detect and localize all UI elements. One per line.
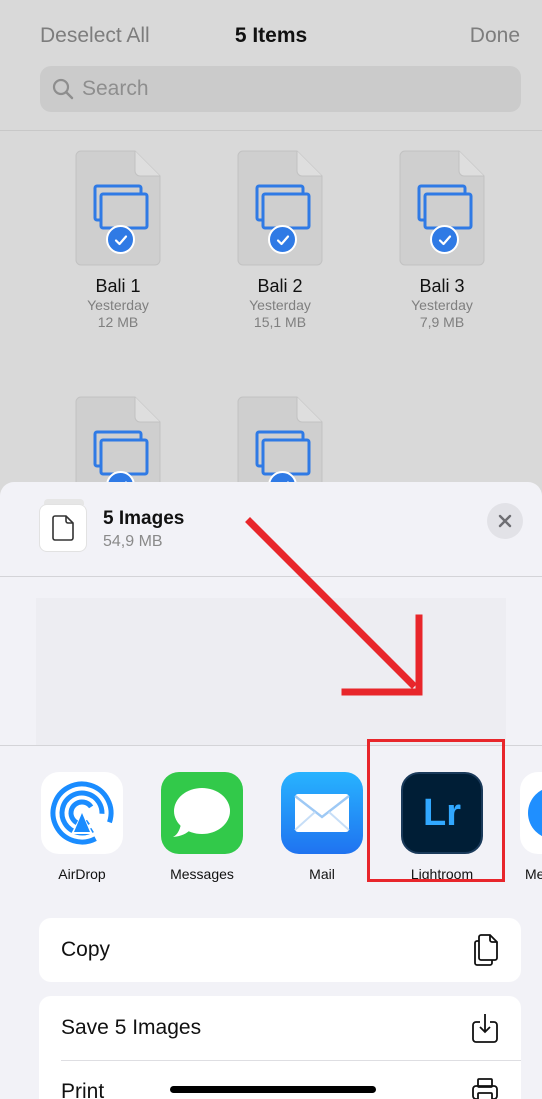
selected-check-icon	[430, 225, 459, 254]
save-to-photos-icon	[472, 1014, 498, 1043]
suggestions-row	[36, 598, 506, 746]
action-label: Save 5 Images	[61, 1016, 202, 1039]
partial-app-icon	[520, 772, 542, 854]
document-icon	[399, 150, 485, 266]
app-label: Messages	[170, 866, 234, 882]
app-label: Me	[525, 866, 542, 882]
file-item-bali-1[interactable]: Bali 1 Yesterday 12 MB	[48, 150, 188, 331]
divider	[0, 576, 542, 577]
messages-icon	[161, 772, 243, 854]
file-size: 7,9 MB	[419, 314, 465, 330]
file-name: Bali 2	[257, 276, 303, 296]
search-bar[interactable]	[40, 66, 521, 112]
file-size: 12 MB	[97, 314, 139, 330]
file-item-bali-2[interactable]: Bali 2 Yesterday 15,1 MB	[210, 150, 350, 331]
share-subtitle: 54,9 MB	[103, 533, 163, 550]
document-icon	[237, 150, 323, 266]
done-button[interactable]: Done	[470, 24, 520, 48]
app-messages[interactable]: Messages	[147, 772, 257, 882]
app-mail[interactable]: Mail	[267, 772, 377, 882]
file-item-bali-3[interactable]: Bali 3 Yesterday 7,9 MB	[372, 150, 512, 331]
file-date: Yesterday	[87, 297, 149, 313]
share-sheet-header: 5 Images 54,9 MB	[0, 482, 542, 577]
divider	[0, 130, 542, 131]
action-list: Copy Save 5 Images Print	[39, 918, 521, 1099]
close-icon	[498, 514, 512, 528]
share-title: 5 Images	[103, 508, 185, 529]
app-partial[interactable]: Me	[507, 772, 542, 882]
file-date: Yesterday	[411, 297, 473, 313]
mail-icon	[281, 772, 363, 854]
action-group: Copy	[39, 918, 521, 982]
copy-icon	[474, 934, 498, 966]
print-action[interactable]: Print	[39, 1060, 521, 1099]
airdrop-icon	[41, 772, 123, 854]
file-date: Yesterday	[249, 297, 311, 313]
selected-check-icon	[268, 225, 297, 254]
app-label: Mail	[309, 866, 335, 882]
search-icon	[52, 78, 74, 100]
save-images-action[interactable]: Save 5 Images	[39, 996, 521, 1060]
document-icon	[52, 515, 74, 541]
document-icon	[75, 150, 161, 266]
search-input[interactable]	[82, 77, 502, 101]
file-name: Bali 1	[95, 276, 141, 296]
home-indicator[interactable]	[170, 1086, 376, 1093]
close-button[interactable]	[487, 503, 523, 539]
page-title: 5 Items	[234, 24, 308, 47]
annotation-highlight-box	[367, 739, 505, 882]
file-size: 15,1 MB	[253, 314, 307, 330]
selected-check-icon	[106, 225, 135, 254]
file-name: Bali 3	[419, 276, 465, 296]
app-airdrop[interactable]: AirDrop	[27, 772, 137, 882]
action-label: Copy	[61, 938, 111, 961]
copy-action[interactable]: Copy	[39, 918, 521, 982]
file-thumbnail	[39, 504, 87, 552]
action-group: Save 5 Images Print	[39, 996, 521, 1099]
app-label: AirDrop	[58, 866, 106, 882]
print-icon	[472, 1078, 498, 1099]
action-label: Print	[61, 1080, 105, 1099]
